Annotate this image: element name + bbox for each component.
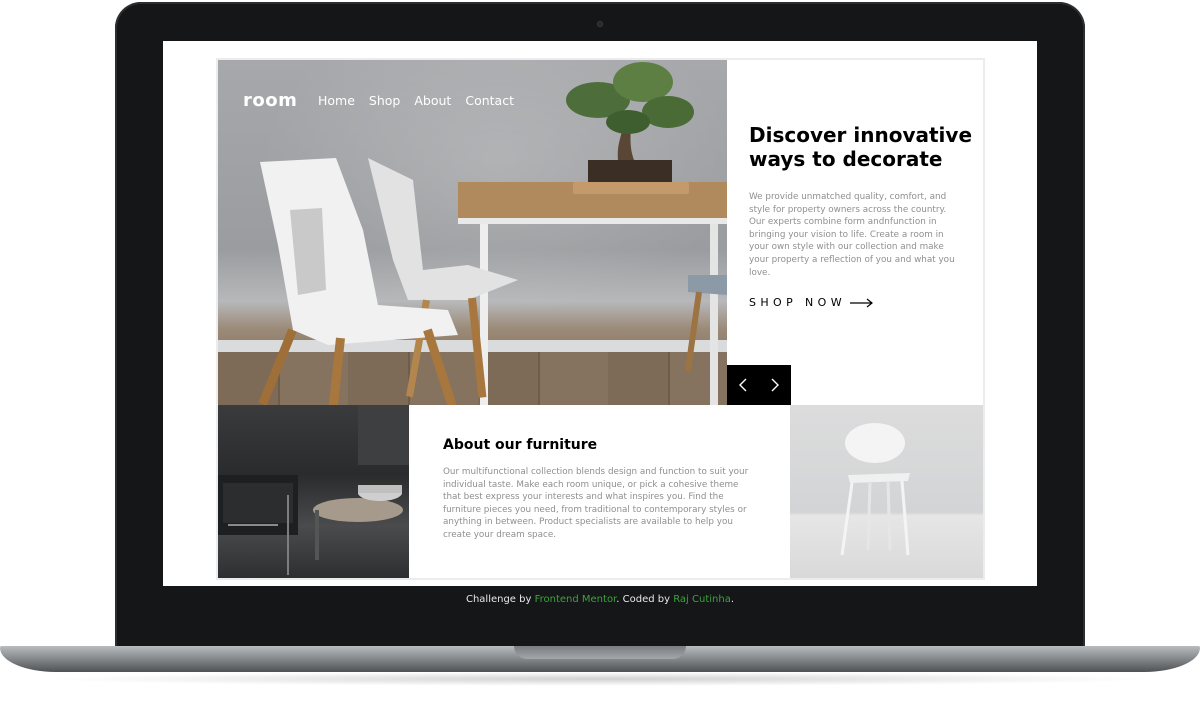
laptop-screen: room Home Shop About Contact Discover in… — [163, 41, 1037, 586]
hero-image: room Home Shop About Contact — [218, 60, 727, 405]
light-chair-image — [790, 405, 983, 578]
camera-dot — [597, 21, 603, 27]
attribution-middle: . Coded by — [616, 594, 674, 605]
chevron-left-icon — [739, 378, 747, 392]
frontend-mentor-link[interactable]: Frontend Mentor — [535, 594, 617, 605]
hero-headline-line-2: ways to decorate — [749, 147, 943, 171]
nav-link-about[interactable]: About — [414, 93, 451, 108]
slider-next-button[interactable] — [759, 365, 791, 405]
laptop-shadow — [40, 672, 1160, 686]
attribution: Challenge by Frontend Mentor. Coded by R… — [115, 594, 1085, 605]
slider-controls — [727, 365, 791, 405]
room-homepage: room Home Shop About Contact Discover in… — [218, 60, 983, 578]
main-nav: Home Shop About Contact — [318, 93, 514, 108]
laptop-notch — [514, 646, 686, 659]
hero-description: We provide unmatched quality, comfort, a… — [749, 192, 955, 278]
chevron-right-icon — [771, 378, 779, 392]
attribution-suffix: . — [730, 594, 735, 605]
hero-headline-line-1: Discover innovative — [749, 123, 973, 147]
shop-now-link[interactable]: SHOP NOW — [749, 296, 874, 309]
hero-headline: Discover innovative ways to decorate — [749, 123, 979, 171]
attribution-prefix: Challenge by — [465, 594, 535, 605]
nav-link-shop[interactable]: Shop — [369, 93, 400, 108]
hero-furniture-illustration — [258, 62, 727, 405]
author-link[interactable]: Raj Cutinha — [673, 594, 731, 605]
nav-link-home[interactable]: Home — [318, 93, 355, 108]
hero-text-panel: Discover innovative ways to decorate We … — [727, 60, 983, 405]
slider-prev-button[interactable] — [727, 365, 759, 405]
dark-furniture-image — [218, 405, 409, 578]
shop-now-label: SHOP NOW — [749, 296, 847, 309]
about-description: Our multifunctional collection blends de… — [443, 467, 749, 540]
nav-link-contact[interactable]: Contact — [465, 93, 514, 108]
about-section: About our furniture Our multifunctional … — [409, 405, 790, 578]
arrow-right-icon — [850, 298, 873, 307]
site-logo[interactable]: room — [243, 90, 297, 111]
about-title: About our furniture — [443, 437, 598, 453]
